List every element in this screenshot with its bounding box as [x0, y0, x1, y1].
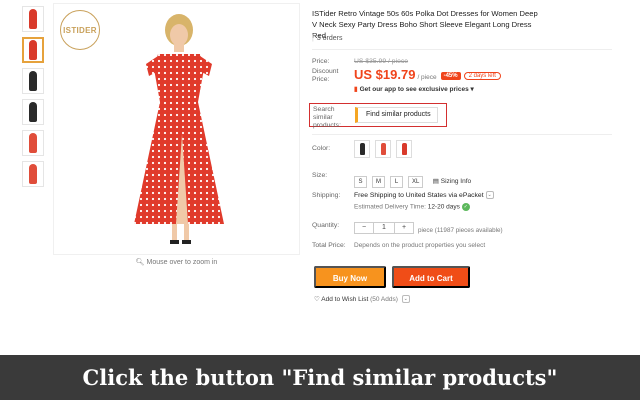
find-similar-products-button[interactable]: Find similar products — [355, 107, 438, 123]
color-swatch-black[interactable] — [354, 140, 370, 158]
thumbnail-strip — [22, 6, 48, 192]
buy-now-button[interactable]: Buy Now — [314, 266, 386, 288]
color-swatch-red[interactable] — [396, 140, 412, 158]
thumbnail-image — [29, 71, 37, 91]
thumbnail-3[interactable] — [22, 68, 44, 94]
heart-icon: ♡ — [314, 296, 320, 303]
current-price: US $19.79 — [354, 67, 416, 82]
discount-price-row: US $19.79/ piece -45% 2 days left — [354, 66, 501, 84]
total-price-text: Depends on the product properties you se… — [354, 242, 486, 249]
pieces-available: piece (11987 pieces available) — [418, 227, 503, 234]
magnifier-icon: 🔍︎ — [135, 259, 145, 266]
check-icon: ✓ — [461, 203, 470, 211]
order-count: | 3 orders — [312, 35, 343, 42]
size-options: S M L XL ▤ Sizing Info — [354, 170, 471, 188]
caret-down-icon: ▾ — [470, 86, 474, 93]
thumbnail-image — [29, 9, 37, 29]
divider — [312, 49, 612, 50]
color-swatch-coral[interactable] — [375, 140, 391, 158]
quantity-decrement-button[interactable]: − — [355, 223, 373, 233]
delivery-days: 12-20 days — [427, 203, 460, 211]
dress-model-illustration — [134, 14, 224, 244]
ruler-icon: ▤ — [432, 178, 439, 185]
total-price-label: Total Price: — [312, 242, 346, 249]
thumbnail-2[interactable] — [22, 37, 44, 63]
delivery-prefix: Estimated Delivery Time: — [354, 203, 426, 211]
thumbnail-image — [29, 102, 37, 122]
thumbnail-1[interactable] — [22, 6, 44, 32]
sizing-info-link[interactable]: ▤ Sizing Info — [433, 178, 471, 185]
product-title: ISTider Retro Vintage 50s 60s Polka Dot … — [312, 9, 538, 40]
thumbnail-image — [29, 164, 37, 184]
color-options — [354, 140, 417, 158]
color-label: Color: — [312, 145, 331, 152]
quantity-input[interactable]: 1 — [373, 222, 395, 233]
wishlist-text: Add to Wish List — [321, 296, 369, 303]
sizing-info-text: Sizing Info — [440, 178, 472, 185]
size-label: Size: — [312, 172, 328, 179]
size-option-s[interactable]: S — [354, 176, 367, 188]
quantity-increment-button[interactable]: + — [395, 223, 413, 233]
main-product-image[interactable]: ISTIDER — [53, 3, 300, 255]
swatch-image — [360, 143, 365, 155]
instruction-caption: Click the button "Find similar products" — [0, 355, 640, 400]
chevron-down-icon: ⌄ — [401, 295, 410, 304]
thumbnail-image — [29, 40, 37, 60]
chevron-down-icon: ⌄ — [485, 191, 494, 199]
search-similar-label: Search similar products: — [313, 106, 341, 129]
original-price: US $35.99 / piece — [354, 58, 409, 65]
discount-price-label: Discount Price: — [312, 68, 339, 83]
discount-badge: -45% — [440, 72, 461, 80]
shipping-method[interactable]: Free Shipping to United States via ePack… — [354, 191, 494, 199]
app-price-link[interactable]: ▮ Get our app to see exclusive prices ▾ — [354, 85, 474, 93]
add-to-wishlist-link[interactable]: ♡ Add to Wish List (50 Adds) ⌄ — [314, 295, 410, 304]
shipping-label: Shipping: — [312, 192, 341, 199]
phone-icon: ▮ — [354, 86, 358, 93]
shipping-method-text: Free Shipping to United States via ePack… — [354, 191, 484, 199]
size-option-l[interactable]: L — [390, 176, 403, 188]
size-option-m[interactable]: M — [372, 176, 385, 188]
thumbnail-6[interactable] — [22, 161, 44, 187]
orders-text: 3 orders — [316, 35, 343, 42]
size-option-xl[interactable]: XL — [408, 176, 424, 188]
divider — [312, 134, 612, 135]
wishlist-count: (50 Adds) — [370, 296, 398, 303]
thumbnail-image — [29, 133, 37, 153]
delivery-time: Estimated Delivery Time: 12-20 days ✓ — [354, 203, 470, 211]
zoom-hint-text: Mouse over to zoom in — [146, 259, 218, 266]
days-left-badge: 2 days left — [463, 72, 501, 80]
thumbnail-5[interactable] — [22, 130, 44, 156]
quantity-row: −1 + piece (11987 pieces available) — [354, 219, 503, 237]
similar-products-highlight: Search similar products: Find similar pr… — [309, 103, 447, 129]
separator: | — [312, 35, 314, 42]
quantity-label: Quantity: — [312, 222, 340, 229]
swatch-image — [381, 143, 386, 155]
zoom-hint: 🔍︎ Mouse over to zoom in — [53, 258, 300, 266]
add-to-cart-button[interactable]: Add to Cart — [392, 266, 470, 288]
quantity-stepper: −1 + — [354, 221, 414, 234]
thumbnail-4[interactable] — [22, 99, 44, 125]
app-link-text: Get our app to see exclusive prices — [359, 86, 469, 93]
per-piece: / piece — [417, 74, 437, 81]
product-page: ISTIDER 🔍︎ Mouse over to zoom in ISTider… — [0, 0, 640, 400]
swatch-image — [402, 143, 407, 155]
instruction-text: Click the button "Find similar products" — [82, 365, 558, 390]
price-label: Price: — [312, 58, 330, 65]
